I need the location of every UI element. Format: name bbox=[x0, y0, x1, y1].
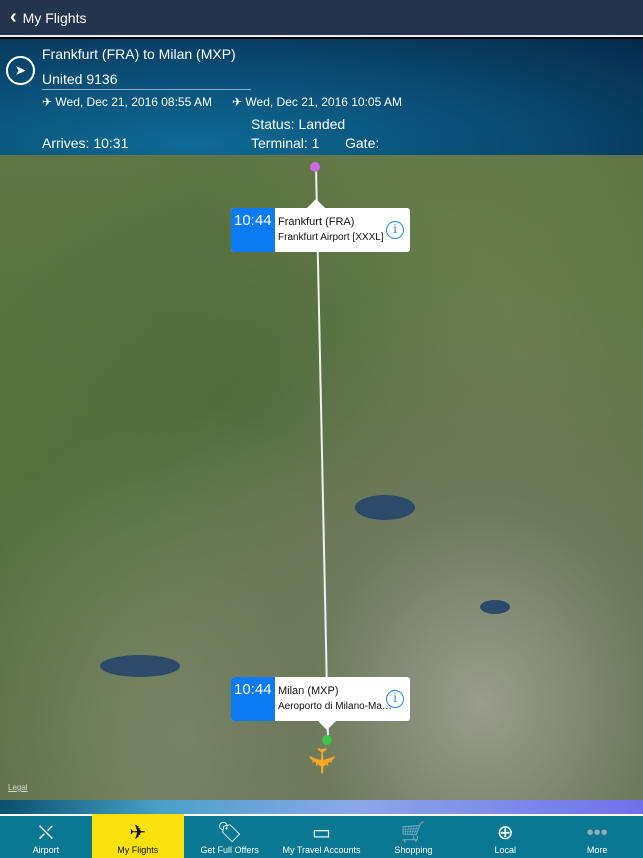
terminal: Terminal: 1 bbox=[251, 135, 320, 151]
credit-card-icon: ▭ bbox=[312, 822, 331, 844]
tab-get-full-offers[interactable]: 🏷 Get Full Offers bbox=[184, 816, 276, 858]
tab-label: Shopping bbox=[394, 845, 433, 855]
info-icon[interactable]: i bbox=[386, 690, 404, 708]
tab-shopping[interactable]: 🛒 Shopping bbox=[367, 816, 459, 858]
gradient-bar bbox=[0, 800, 643, 814]
callout-time: 10:44 bbox=[231, 677, 275, 721]
destination-callout[interactable]: 10:44 Milan (MXP) Aeroporto di Milano-Ma…… bbox=[231, 677, 410, 721]
landing-icon: ✈ bbox=[232, 95, 243, 109]
lake bbox=[355, 495, 415, 520]
tab-airport[interactable]: ⛌ Airport bbox=[0, 816, 92, 858]
tab-more[interactable]: ••• More bbox=[551, 816, 643, 858]
tab-local[interactable]: ⊕ Local bbox=[459, 816, 551, 858]
flight-route-line bbox=[315, 166, 330, 741]
back-button[interactable]: My Flights bbox=[23, 10, 87, 26]
tab-my-flights[interactable]: ✈ My Flights bbox=[91, 814, 184, 858]
arrives-time: Arrives: 10:31 bbox=[42, 135, 129, 151]
arrival-time: Wed, Dec 21, 2016 10:05 AM bbox=[245, 95, 402, 109]
globe-icon: ⊕ bbox=[496, 822, 514, 844]
tab-bar: ⛌ Airport ✈ My Flights 🏷 Get Full Offers ▭ M… bbox=[0, 814, 643, 858]
callout-time: 10:44 bbox=[231, 208, 275, 252]
origin-pin[interactable] bbox=[310, 162, 320, 172]
destination-pin[interactable] bbox=[322, 735, 332, 745]
back-chevron-icon[interactable]: ‹ bbox=[10, 6, 17, 29]
airport-icon: ⛌ bbox=[38, 822, 54, 844]
tab-my-travel-accounts[interactable]: ▭ My Travel Accounts bbox=[276, 816, 368, 858]
paper-plane-icon: ➤ bbox=[6, 56, 35, 85]
tab-label: My Flights bbox=[117, 845, 159, 855]
lake bbox=[100, 655, 180, 677]
flight-status: Status: Landed bbox=[251, 116, 346, 132]
tab-label: My Travel Accounts bbox=[282, 845, 361, 855]
departure-time: Wed, Dec 21, 2016 08:55 AM bbox=[55, 95, 212, 109]
legal-link[interactable]: Legal bbox=[8, 783, 28, 792]
divider bbox=[42, 89, 251, 90]
airplane-icon: ✈ bbox=[129, 822, 147, 844]
tab-label: Airport bbox=[32, 845, 60, 855]
more-icon: ••• bbox=[586, 822, 608, 844]
lake bbox=[480, 600, 510, 614]
info-icon[interactable]: i bbox=[386, 221, 404, 239]
map-view[interactable]: ✈ 10:44 Frankfurt (FRA) Frankfurt Airport… bbox=[0, 155, 643, 800]
flight-header: ➤ Frankfurt (FRA) to Milan (MXP) United … bbox=[0, 39, 643, 155]
tag-icon: 🏷 bbox=[216, 822, 243, 844]
tab-label: More bbox=[586, 845, 608, 855]
origin-callout[interactable]: 10:44 Frankfurt (FRA) Frankfurt Airport [… bbox=[231, 208, 410, 252]
nav-bar: ‹ My Flights bbox=[0, 0, 643, 37]
tab-label: Get Full Offers bbox=[200, 845, 259, 855]
takeoff-icon: ✈ bbox=[42, 95, 53, 109]
flight-route: Frankfurt (FRA) to Milan (MXP) bbox=[42, 46, 236, 62]
flight-number: United 9136 bbox=[42, 71, 118, 87]
gate: Gate: bbox=[345, 135, 380, 151]
plane-icon: ✈ bbox=[301, 745, 343, 777]
tab-label: Local bbox=[494, 845, 516, 855]
cart-icon: 🛒 bbox=[400, 822, 426, 844]
